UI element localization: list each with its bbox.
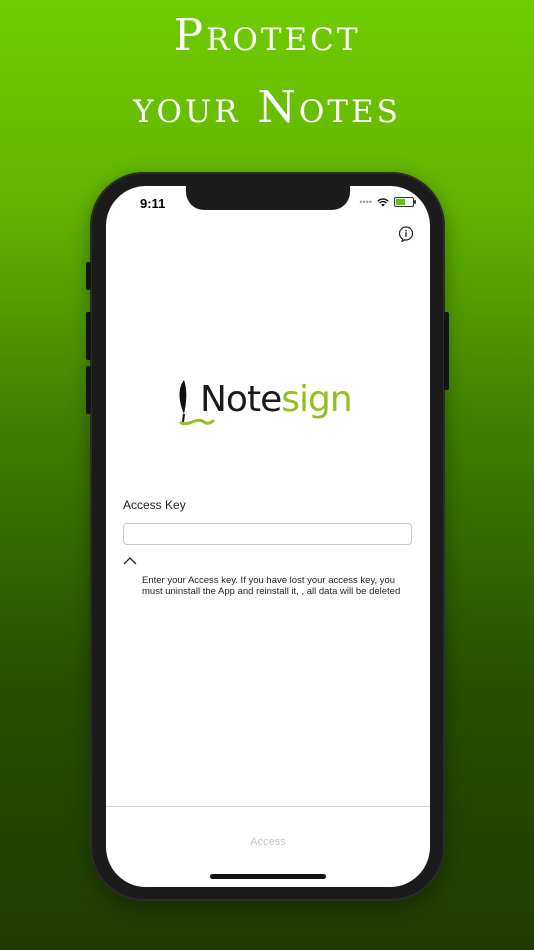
home-indicator[interactable] [210, 874, 326, 879]
access-key-input[interactable] [123, 523, 412, 545]
signal-icon: •••• [359, 197, 372, 207]
volume-up-button [86, 312, 91, 360]
info-icon[interactable] [398, 226, 414, 242]
divider [106, 806, 430, 807]
status-time: 9:11 [140, 196, 166, 211]
mute-switch [86, 262, 91, 290]
power-button [444, 312, 449, 390]
headline-line1: Protect [173, 10, 361, 61]
logo-text-sign: sign [281, 379, 352, 420]
logo-text: Notesign [200, 378, 353, 422]
access-key-label: Access Key [123, 498, 186, 512]
logo-text-note: Note [200, 379, 282, 420]
wifi-icon [377, 197, 389, 206]
access-key-hint: Enter your Access key. If you have lost … [142, 575, 401, 597]
headline-line2: your Notes [133, 82, 401, 133]
battery-icon [394, 197, 416, 207]
status-icons: •••• [359, 197, 416, 207]
access-button[interactable]: Access [106, 836, 430, 848]
notesign-logo: Notesign [176, 378, 366, 426]
notch [186, 186, 350, 210]
chevron-up-icon[interactable] [123, 556, 137, 566]
volume-down-button [86, 366, 91, 414]
app-screen: 9:11 •••• Notesign Access Key Enter your… [106, 186, 430, 887]
